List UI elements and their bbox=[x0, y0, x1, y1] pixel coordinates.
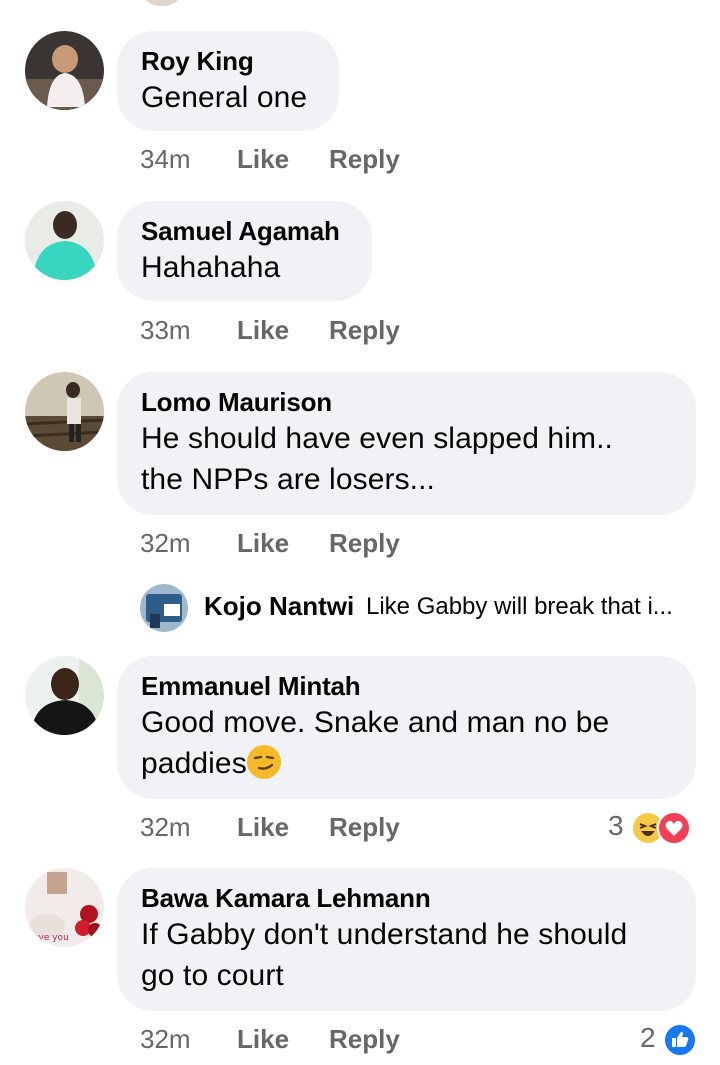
like-button[interactable]: Like bbox=[237, 526, 289, 560]
comment-bubble: Lomo Maurison He should have even slappe… bbox=[117, 372, 696, 515]
avatar[interactable] bbox=[25, 656, 104, 735]
like-icon bbox=[663, 1022, 698, 1057]
reaction-count: 2 bbox=[640, 1022, 656, 1053]
reply-button[interactable]: Reply bbox=[329, 526, 400, 560]
comment-actions: 32m Like Reply bbox=[140, 526, 440, 560]
comment-author[interactable]: Samuel Agamah bbox=[141, 215, 340, 247]
like-button[interactable]: Like bbox=[237, 142, 289, 176]
avatar[interactable] bbox=[25, 372, 104, 451]
reaction-summary[interactable]: 3 bbox=[608, 806, 692, 846]
reply-button[interactable]: Reply bbox=[329, 1022, 400, 1056]
comment-time[interactable]: 34m bbox=[140, 142, 191, 176]
comment-time[interactable]: 32m bbox=[140, 1022, 191, 1056]
comment-bubble: Bawa Kamara Lehmann If Gabby don't under… bbox=[117, 868, 696, 1011]
reply-avatar[interactable] bbox=[140, 584, 188, 632]
reply-button[interactable]: Reply bbox=[329, 313, 400, 347]
comment-bubble: Emmanuel Mintah Good move. Snake and man… bbox=[117, 656, 696, 799]
comment-actions: 32m Like Reply bbox=[140, 1022, 440, 1056]
comment-time[interactable]: 32m bbox=[140, 810, 191, 844]
comment-author[interactable]: Roy King bbox=[141, 45, 307, 77]
like-button[interactable]: Like bbox=[237, 810, 289, 844]
avatar[interactable]: ove you bbox=[25, 868, 104, 947]
like-button[interactable]: Like bbox=[237, 313, 289, 347]
reaction-count: 3 bbox=[608, 810, 624, 841]
comment-author[interactable]: Bawa Kamara Lehmann bbox=[141, 882, 672, 914]
comment-actions: 33m Like Reply bbox=[140, 313, 440, 347]
comment-text: Hahahaha bbox=[141, 251, 281, 284]
reply-author[interactable]: Kojo Nantwi bbox=[204, 590, 354, 622]
partial-avatar bbox=[140, 0, 184, 6]
like-button[interactable]: Like bbox=[237, 1022, 289, 1056]
comment-time[interactable]: 33m bbox=[140, 313, 191, 347]
comment-actions: 32m Like Reply bbox=[140, 810, 440, 844]
reply-text: Like Gabby will break that i... bbox=[366, 593, 673, 620]
comment-text-line: the NPPs are losers... bbox=[141, 463, 435, 496]
comment-text-line: paddies bbox=[141, 747, 247, 780]
comment-author[interactable]: Emmanuel Mintah bbox=[141, 670, 672, 702]
comment-text-line: Good move. Snake and man no be bbox=[141, 706, 610, 739]
reply-button[interactable]: Reply bbox=[329, 810, 400, 844]
smirk-emoji-icon bbox=[246, 745, 281, 779]
comment-actions: 34m Like Reply bbox=[140, 142, 440, 176]
comment-time[interactable]: 32m bbox=[140, 526, 191, 560]
reply-preview[interactable]: Kojo Nantwi Like Gabby will break that i… bbox=[140, 582, 700, 632]
love-icon bbox=[657, 810, 692, 845]
comment-author[interactable]: Lomo Maurison bbox=[141, 386, 672, 418]
reply-button[interactable]: Reply bbox=[329, 142, 400, 176]
avatar[interactable] bbox=[25, 201, 104, 280]
comment-text-line: go to court bbox=[141, 959, 284, 992]
reaction-summary[interactable]: 2 bbox=[640, 1018, 698, 1058]
comment-text: General one bbox=[141, 81, 308, 114]
comment-bubble: Roy King General one bbox=[117, 31, 340, 131]
comment-bubble: Samuel Agamah Hahahaha bbox=[117, 201, 372, 301]
comment-text-line: If Gabby don't understand he should bbox=[141, 918, 628, 951]
avatar[interactable] bbox=[25, 31, 104, 110]
svg-text:ove you: ove you bbox=[33, 933, 69, 943]
comment-text-line: He should have even slapped him.. bbox=[141, 422, 613, 455]
